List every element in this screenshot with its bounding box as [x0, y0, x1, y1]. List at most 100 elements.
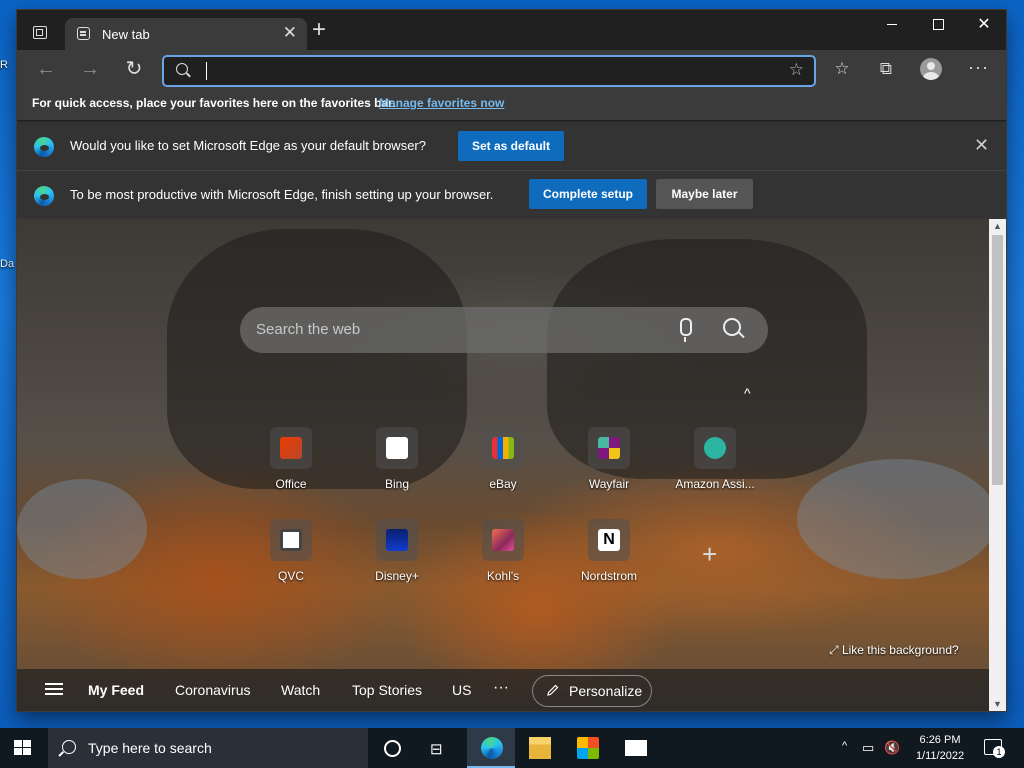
toolbar: ← → ↻ ☆ ☆ ⧉ ···	[17, 50, 1006, 88]
new-tab-button[interactable]: +	[312, 18, 326, 42]
feed-tab-us[interactable]: US	[452, 682, 471, 698]
action-center-icon[interactable]: 1	[984, 739, 1005, 758]
tile-label: Amazon Assi...	[675, 477, 755, 491]
tile-label: Nordstrom	[580, 569, 637, 583]
cortana-icon[interactable]	[384, 740, 401, 757]
menu-hamburger-icon[interactable]	[45, 683, 63, 685]
quick-link-tile[interactable]: eBay	[459, 427, 547, 491]
personalize-label: Personalize	[569, 683, 643, 699]
tab-close-icon[interactable]: ✕	[283, 23, 297, 43]
system-clock[interactable]: 6:26 PM 1/11/2022	[910, 732, 970, 764]
default-browser-infobar: Would you like to set Microsoft Edge as …	[17, 121, 1006, 171]
complete-setup-button[interactable]: Complete setup	[529, 179, 647, 209]
maximize-button[interactable]	[915, 10, 961, 42]
personalize-button[interactable]: Personalize	[532, 675, 652, 707]
search-icon	[176, 63, 188, 75]
scroll-up-arrow-icon[interactable]: ▲	[993, 221, 1002, 231]
task-view-icon[interactable]: ⊟	[430, 740, 443, 758]
tab-new-tab[interactable]: New tab ✕	[65, 18, 307, 50]
search-icon	[62, 740, 76, 754]
infobar-close-icon[interactable]: ✕	[974, 135, 989, 156]
tile-label: eBay	[489, 477, 517, 491]
favorites-icon[interactable]: ☆	[830, 59, 854, 79]
setup-infobar: To be most productive with Microsoft Edg…	[17, 170, 1006, 219]
close-window-button[interactable]: ✕	[961, 10, 1006, 42]
search-icon[interactable]	[723, 318, 741, 336]
like-background-label: Like this background?	[841, 643, 959, 657]
background-water	[797, 459, 989, 579]
manage-favorites-link[interactable]: Manage favorites now	[379, 96, 504, 110]
qvc-icon	[280, 529, 302, 551]
quick-link-tile[interactable]: Office	[247, 427, 335, 491]
tray-expand-chevron-icon[interactable]: ^	[842, 740, 847, 752]
text-caret	[206, 62, 207, 80]
network-icon[interactable]: ▭	[862, 740, 874, 756]
quick-link-tile[interactable]: Disney+	[353, 519, 441, 583]
feed-tab-top-stories[interactable]: Top Stories	[352, 682, 422, 698]
refresh-button[interactable]: ↻	[119, 55, 149, 85]
collapse-chevron-icon[interactable]: ^	[744, 385, 751, 401]
add-site-button[interactable]: +	[702, 539, 717, 570]
clock-time: 6:26 PM	[919, 734, 961, 746]
tab-title: New tab	[102, 27, 150, 42]
taskbar-file-explorer-app[interactable]	[515, 728, 563, 768]
tile-label: Wayfair	[588, 477, 630, 491]
taskbar-mail-app[interactable]	[611, 728, 659, 768]
taskbar-search-box[interactable]: Type here to search	[48, 728, 368, 768]
taskbar: Type here to search ⊟ ^ ▭ 🔇 6:26 PM 1/11…	[0, 728, 1024, 768]
feed-more-button[interactable]: ···	[493, 679, 509, 697]
folder-icon	[529, 737, 551, 759]
like-background-link[interactable]: ⤢ Like this background?	[829, 643, 959, 658]
start-windows-icon[interactable]	[14, 740, 31, 756]
mail-icon	[625, 740, 647, 756]
scroll-down-arrow-icon[interactable]: ▼	[993, 699, 1002, 709]
back-button[interactable]: ←	[31, 55, 61, 85]
web-search-box[interactable]: Search the web	[240, 307, 768, 353]
quick-link-tile[interactable]: Amazon Assi...	[671, 427, 759, 491]
taskbar-store-app[interactable]	[563, 728, 611, 768]
quick-link-tile[interactable]: QVC	[247, 519, 335, 583]
edge-logo-icon	[34, 137, 54, 157]
desktop-icon-label: R	[0, 59, 8, 71]
kohls-icon	[492, 529, 514, 551]
web-search-placeholder: Search the web	[256, 321, 361, 338]
tab-actions-icon[interactable]	[33, 26, 47, 39]
desktop-icon-label: Da	[0, 258, 15, 270]
news-feed-bar: My Feed Coronavirus Watch Top Stories US…	[17, 669, 989, 711]
quick-link-tile[interactable]: Bing	[353, 427, 441, 491]
minimize-button[interactable]	[869, 10, 915, 42]
taskbar-edge-app[interactable]	[467, 728, 515, 768]
titlebar: New tab ✕ + ✕	[17, 10, 1006, 50]
quick-link-tile[interactable]: Kohl's	[459, 519, 547, 583]
scroll-thumb[interactable]	[992, 235, 1003, 485]
settings-more-button[interactable]: ···	[968, 57, 989, 78]
tile-label: QVC	[277, 569, 304, 583]
edge-logo-icon	[34, 186, 54, 206]
tile-label: Bing	[384, 477, 410, 491]
favorites-bar-hint: For quick access, place your favorites h…	[32, 96, 396, 110]
collections-icon[interactable]: ⧉	[874, 59, 898, 79]
amazon-assistant-icon	[704, 437, 726, 459]
edge-icon	[481, 737, 503, 759]
maybe-later-button[interactable]: Maybe later	[656, 179, 753, 209]
feed-tab-coronavirus[interactable]: Coronavirus	[175, 682, 250, 698]
add-favorite-icon[interactable]: ☆	[789, 60, 804, 80]
clock-date: 1/11/2022	[915, 750, 965, 762]
profile-avatar-icon[interactable]	[920, 58, 942, 80]
newtab-page: Search the web ^ Office Bing eBay Wayfai…	[17, 219, 989, 711]
quick-link-tile[interactable]: N Nordstrom	[565, 519, 653, 583]
volume-icon[interactable]: 🔇	[884, 740, 900, 756]
notification-count-badge: 1	[993, 746, 1005, 758]
forward-button[interactable]: →	[75, 55, 105, 85]
set-as-default-button[interactable]: Set as default	[458, 131, 564, 161]
wayfair-icon	[598, 437, 620, 459]
nordstrom-icon: N	[598, 529, 620, 551]
microphone-icon[interactable]	[680, 318, 692, 342]
page-scrollbar[interactable]: ▲ ▼	[989, 219, 1006, 711]
feed-tab-watch[interactable]: Watch	[281, 682, 320, 698]
pencil-icon	[547, 684, 559, 696]
store-icon	[577, 737, 599, 759]
feed-tab-my-feed[interactable]: My Feed	[88, 682, 144, 698]
address-bar[interactable]: ☆	[162, 55, 816, 87]
quick-link-tile[interactable]: Wayfair	[565, 427, 653, 491]
